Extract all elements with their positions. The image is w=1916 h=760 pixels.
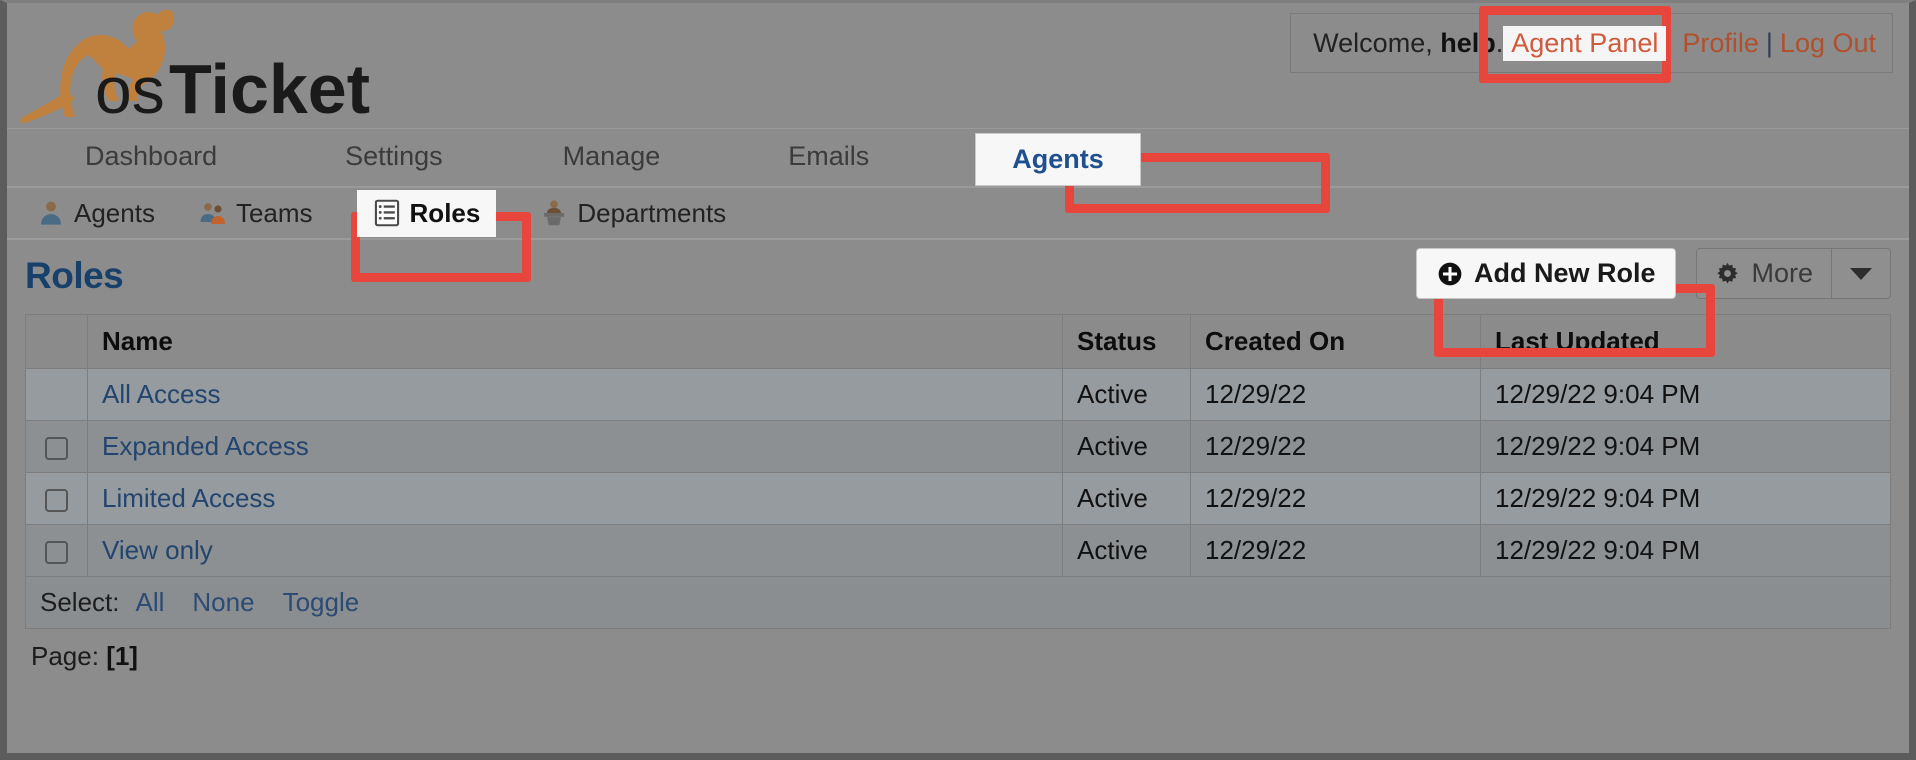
select-links: Select: All None Toggle bbox=[40, 587, 387, 618]
page-header: os Ticket Welcome, help. Agent Panel Pro… bbox=[7, 3, 1909, 128]
welcome-prefix: Welcome, bbox=[1313, 27, 1441, 58]
row-select-cell bbox=[25, 420, 88, 473]
row-updated-cell: 12/29/22 9:04 PM bbox=[1480, 524, 1891, 577]
add-new-role-label: Add New Role bbox=[1473, 258, 1656, 288]
gear-icon bbox=[1717, 262, 1739, 284]
row-status-cell: Active bbox=[1062, 524, 1191, 577]
user-nav-bar: Welcome, help. Agent Panel Profile | Log… bbox=[1290, 13, 1893, 73]
row-name-cell: View only bbox=[87, 524, 1063, 577]
table-header: Name Status Created On Last Updated bbox=[25, 314, 1891, 369]
sub-navigation: Agents Teams Roles Departments bbox=[7, 186, 1909, 240]
subnav-item-teams[interactable]: Teams bbox=[199, 198, 313, 229]
row-select-cell bbox=[25, 368, 88, 421]
select-toggle-link[interactable]: Toggle bbox=[283, 587, 360, 618]
welcome-suffix: . bbox=[1495, 27, 1504, 58]
column-header-created-on[interactable]: Created On bbox=[1190, 314, 1481, 369]
row-name-cell: Expanded Access bbox=[87, 420, 1063, 473]
subnav-label-departments: Departments bbox=[577, 197, 727, 228]
table-row: All Access Active 12/29/22 12/29/22 9:04… bbox=[25, 368, 1891, 421]
osticket-logo[interactable]: os Ticket bbox=[17, 5, 437, 125]
row-status-cell: Active bbox=[1062, 472, 1191, 525]
table-row: View only Active 12/29/22 12/29/22 9:04 … bbox=[25, 524, 1891, 577]
svg-text:os: os bbox=[95, 53, 165, 125]
row-name-cell: Limited Access bbox=[87, 472, 1063, 525]
select-none-link[interactable]: None bbox=[192, 587, 254, 618]
column-header-select[interactable] bbox=[25, 314, 88, 369]
row-updated-cell: 12/29/22 9:04 PM bbox=[1480, 472, 1891, 525]
subnav-item-departments[interactable]: Departments bbox=[540, 198, 726, 229]
table-body: All Access Active 12/29/22 12/29/22 9:04… bbox=[25, 368, 1891, 629]
table-header-row: Name Status Created On Last Updated bbox=[25, 314, 1891, 369]
welcome-text: Welcome, help. bbox=[1313, 28, 1503, 59]
profile-link[interactable]: Profile bbox=[1682, 28, 1759, 59]
roles-table: Name Status Created On Last Updated All … bbox=[25, 314, 1891, 629]
column-header-last-updated[interactable]: Last Updated bbox=[1480, 314, 1891, 369]
more-button-label: More bbox=[1751, 258, 1813, 288]
role-link[interactable]: Expanded Access bbox=[102, 431, 309, 461]
plus-circle-icon bbox=[1438, 262, 1462, 285]
action-buttons: Add New Role More bbox=[1415, 248, 1891, 299]
agent-panel-link[interactable]: Agent Panel bbox=[1503, 25, 1667, 61]
svg-text:Ticket: Ticket bbox=[169, 50, 370, 125]
row-updated-cell: 12/29/22 9:04 PM bbox=[1480, 368, 1891, 421]
role-link[interactable]: All Access bbox=[102, 379, 221, 409]
nav-tab-emails[interactable]: Emails bbox=[788, 141, 869, 186]
row-created-cell: 12/29/22 bbox=[1190, 524, 1481, 577]
kangaroo-icon: os Ticket bbox=[20, 9, 370, 125]
row-checkbox[interactable] bbox=[45, 540, 68, 564]
column-header-status[interactable]: Status bbox=[1062, 314, 1191, 369]
table-row: Limited Access Active 12/29/22 12/29/22 … bbox=[25, 472, 1891, 525]
people-group-icon bbox=[200, 203, 225, 224]
title-row: Roles Add New Role More bbox=[25, 240, 1891, 312]
subnav-item-agents[interactable]: Agents bbox=[37, 198, 155, 229]
role-link[interactable]: View only bbox=[102, 535, 213, 565]
person-icon bbox=[41, 201, 61, 225]
main-navigation: Dashboard Settings Manage Emails Agents bbox=[7, 128, 1909, 186]
add-new-role-button[interactable]: Add New Role bbox=[1415, 248, 1677, 299]
select-label: Select: bbox=[40, 587, 120, 617]
column-header-name[interactable]: Name bbox=[87, 314, 1063, 369]
row-checkbox[interactable] bbox=[45, 436, 68, 460]
podium-person-icon bbox=[544, 200, 565, 226]
logout-link[interactable]: Log Out bbox=[1780, 28, 1876, 59]
row-created-cell: 12/29/22 bbox=[1190, 472, 1481, 525]
subnav-label-roles: Roles bbox=[409, 197, 481, 228]
more-dropdown-toggle[interactable] bbox=[1832, 249, 1890, 298]
row-name-cell: All Access bbox=[87, 368, 1063, 421]
table-row: Expanded Access Active 12/29/22 12/29/22… bbox=[25, 420, 1891, 473]
row-status-cell: Active bbox=[1062, 420, 1191, 473]
chevron-down-icon bbox=[1850, 267, 1872, 280]
nav-tab-settings[interactable]: Settings bbox=[345, 141, 443, 186]
clipboard-list-icon bbox=[374, 199, 399, 227]
row-status-cell: Active bbox=[1062, 368, 1191, 421]
select-cell: Select: All None Toggle bbox=[25, 576, 1891, 629]
pagination-current-page[interactable]: [1] bbox=[106, 641, 138, 671]
page-title: Roles bbox=[25, 255, 124, 296]
nav-separator: | bbox=[1765, 27, 1773, 58]
welcome-username: help bbox=[1440, 27, 1496, 58]
row-checkbox[interactable] bbox=[45, 488, 68, 512]
select-row: Select: All None Toggle bbox=[25, 576, 1891, 629]
row-select-cell bbox=[25, 472, 88, 525]
subnav-item-roles[interactable]: Roles bbox=[356, 189, 497, 237]
row-select-cell bbox=[25, 524, 88, 577]
nav-tab-dashboard[interactable]: Dashboard bbox=[85, 141, 217, 186]
select-all-link[interactable]: All bbox=[136, 587, 165, 618]
row-created-cell: 12/29/22 bbox=[1190, 368, 1481, 421]
subnav-label-agents: Agents bbox=[74, 197, 155, 228]
pagination-label: Page: bbox=[31, 641, 99, 671]
subnav-label-teams: Teams bbox=[235, 197, 313, 228]
app-window: os Ticket Welcome, help. Agent Panel Pro… bbox=[0, 0, 1916, 760]
row-updated-cell: 12/29/22 9:04 PM bbox=[1480, 420, 1891, 473]
pagination: Page: [1] bbox=[25, 629, 1891, 672]
nav-tab-manage[interactable]: Manage bbox=[563, 141, 661, 186]
content-area: Roles Add New Role More Name Status Crea… bbox=[7, 240, 1909, 672]
more-button-group: More bbox=[1696, 248, 1891, 299]
more-button[interactable]: More bbox=[1697, 249, 1832, 298]
role-link[interactable]: Limited Access bbox=[102, 483, 275, 513]
row-created-cell: 12/29/22 bbox=[1190, 420, 1481, 473]
nav-tab-agents[interactable]: Agents bbox=[975, 133, 1141, 186]
